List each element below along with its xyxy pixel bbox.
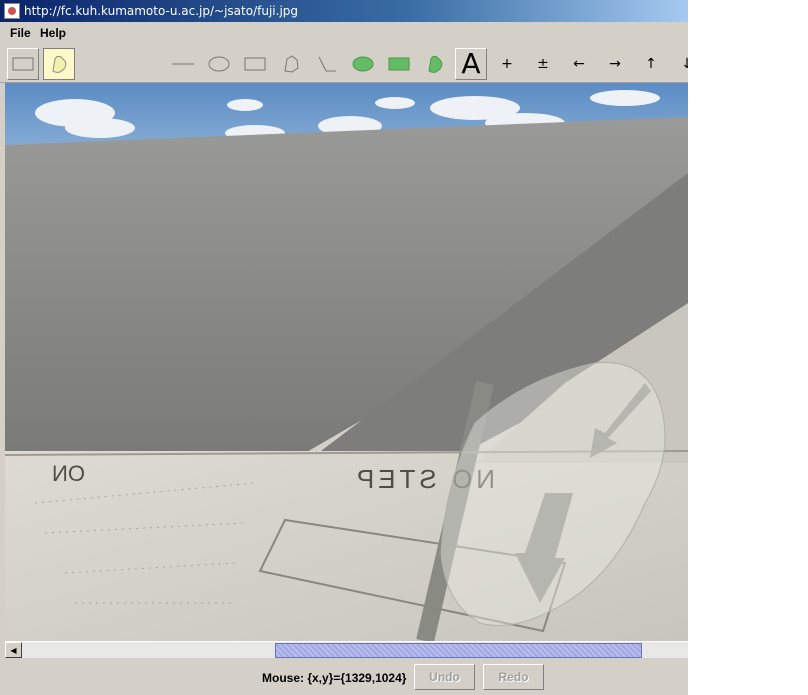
zoom-in-button[interactable]: +: [491, 48, 523, 80]
ellipse-tool[interactable]: [203, 48, 235, 80]
rectangle-tool[interactable]: [239, 48, 271, 80]
mouse-coordinates: Mouse: {x,y}={1329,1024}: [262, 671, 407, 685]
undo-button[interactable]: Undo: [414, 664, 475, 690]
title-bar: http://fc.kuh.kumamoto-u.ac.jp/~jsato/fu…: [0, 0, 688, 22]
photo-view: ON NO STEP: [5, 83, 688, 641]
pan-up-button[interactable]: ↑: [635, 48, 667, 80]
freeform-outline-icon: [52, 55, 67, 73]
pan-down-button[interactable]: ↓: [671, 48, 688, 80]
filled-polygon-tool[interactable]: [419, 48, 451, 80]
scroll-left-button[interactable]: ◀: [5, 642, 22, 658]
plus-minus-icon: ±: [537, 56, 549, 72]
filled-ellipse-tool[interactable]: [347, 48, 379, 80]
window-title: http://fc.kuh.kumamoto-u.ac.jp/~jsato/fu…: [24, 4, 299, 18]
filled-rectangle-tool[interactable]: [383, 48, 415, 80]
status-bar: Mouse: {x,y}={1329,1024} Undo Redo: [0, 659, 688, 695]
horizontal-scrollbar[interactable]: ◀: [5, 641, 688, 659]
polygon-outline-icon: [284, 55, 299, 73]
line-icon: [172, 63, 194, 65]
filled-rectangle-icon: [388, 57, 410, 71]
arrow-down-icon: ↓: [681, 56, 688, 72]
line-tool[interactable]: [167, 48, 199, 80]
polyline-icon: [318, 56, 336, 72]
select-rect-tool[interactable]: [7, 48, 39, 80]
menu-file[interactable]: File: [10, 26, 31, 40]
redo-button[interactable]: Redo: [483, 664, 544, 690]
triangle-left-icon: ◀: [10, 645, 17, 655]
application-window: http://fc.kuh.kumamoto-u.ac.jp/~jsato/fu…: [0, 0, 688, 695]
rectangle-outline-icon: [244, 57, 266, 71]
filled-ellipse-icon: [352, 56, 374, 72]
arrow-left-icon: ←: [573, 56, 585, 72]
text-icon: A: [461, 47, 481, 80]
arrow-right-icon: →: [609, 56, 621, 72]
scroll-track[interactable]: [22, 642, 688, 658]
app-icon: [4, 3, 20, 19]
filled-polygon-icon: [428, 55, 443, 73]
pan-right-button[interactable]: →: [599, 48, 631, 80]
arrow-up-icon: ↑: [645, 56, 657, 72]
pan-left-button[interactable]: ←: [563, 48, 595, 80]
image-canvas[interactable]: ON NO STEP: [5, 83, 688, 641]
polygon-tool[interactable]: [275, 48, 307, 80]
plus-icon: +: [501, 56, 513, 72]
zoom-reset-button[interactable]: ±: [527, 48, 559, 80]
ellipse-outline-icon: [208, 56, 230, 72]
text-tool[interactable]: A: [455, 48, 487, 80]
select-freeform-tool[interactable]: [43, 48, 75, 80]
wing-text-on: ON: [52, 461, 85, 486]
menu-help[interactable]: Help: [40, 26, 66, 40]
polyline-tool[interactable]: [311, 48, 343, 80]
toolbar: A + ± ← → ↑ ↓: [0, 46, 688, 83]
rectangle-outline-icon: [12, 57, 34, 71]
scroll-thumb[interactable]: [275, 643, 642, 658]
menu-bar: File Help: [0, 22, 688, 46]
